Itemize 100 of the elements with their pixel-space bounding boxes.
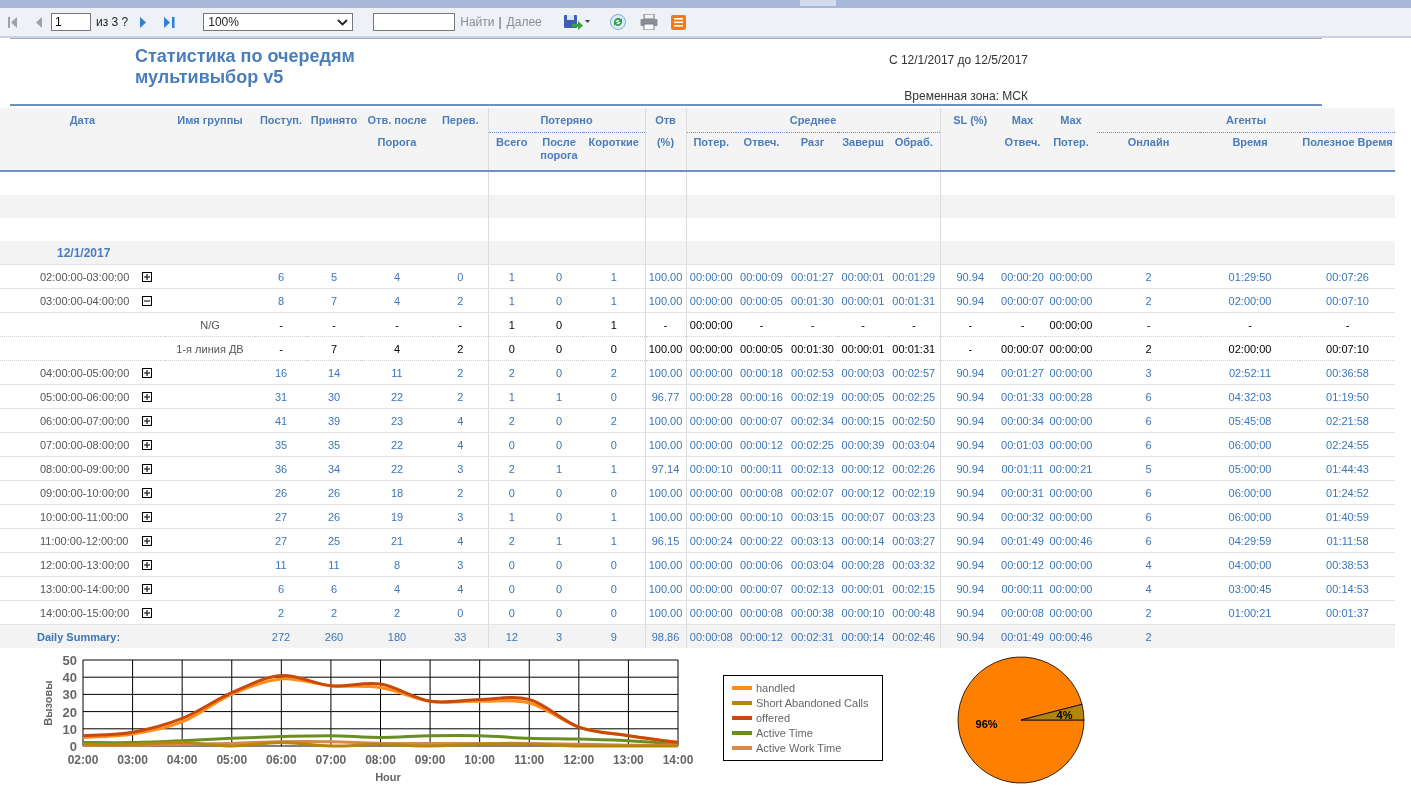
expand-toggle[interactable] [141,535,152,546]
table-cell: 8 [277,294,285,307]
table-cell: 00:01:33 [1001,390,1044,403]
table-cell: - [458,318,463,331]
table-cell: 100.00 [648,582,683,595]
table-cell: 00:00:21 [1049,462,1093,475]
table-cell: 00:00:00 [689,270,733,283]
table-cell: 100.00 [648,510,683,523]
column-header: Перев. [441,114,479,127]
time-range: 02:00:00-03:00:00 [40,270,130,283]
table-cell: 2 [1145,342,1152,355]
table-cell: 0 [610,342,617,355]
expand-toggle[interactable] [142,367,153,378]
expand-toggle[interactable] [142,583,153,594]
table-cell: 6 [1145,438,1152,451]
table-cell: 2 [457,294,464,307]
table-cell: 06:00:00 [1228,438,1272,451]
expand-toggle[interactable] [142,271,153,282]
summary-cell: 9 [610,630,617,643]
page-number-field[interactable]: 1 [51,13,91,31]
legend-swatch [732,715,752,720]
table-cell: 26 [274,486,288,499]
table-cell: 00:01:30 [791,342,834,355]
table-cell: 00:02:07 [791,486,834,499]
time-range: 07:00:00-08:00:00 [40,438,130,451]
tick-label: 04:00 [166,753,198,767]
time-range: 09:00:00-10:00:00 [40,486,130,499]
table-cell: 100.00 [648,606,683,619]
table-cell: 00:00:00 [1049,486,1093,499]
table-cell: 00:00:00 [1049,294,1093,307]
report-period: С 12/1/2017 до 12/5/2017 [888,53,1028,67]
legend-label: Active Time [756,726,813,739]
table-cell: 2 [457,342,464,355]
table-cell: 96.15 [651,534,680,547]
zoom-dropdown[interactable]: 100% [203,13,354,31]
table-cell: 00:07:26 [1326,270,1369,283]
tick-label: 14:00 [662,753,694,767]
table-cell: 00:00:00 [689,510,733,523]
expand-toggle[interactable] [142,559,153,570]
table-cell: 00:00:09 [740,270,783,283]
document-map-icon[interactable] [670,14,686,30]
table-cell: 0 [610,606,617,619]
table-cell: - [279,318,283,331]
print-icon[interactable] [639,14,658,30]
table-cell: 1 [610,510,617,523]
collapse-toggle[interactable] [142,295,153,306]
table-cell: 90.94 [956,558,985,571]
tick-label: 06:00 [266,753,297,767]
table-cell: 00:00:11 [1001,582,1044,595]
summary-cell: 00:00:46 [1049,630,1093,643]
table-cell: 00:00:07 [841,510,885,523]
table-cell: 90.94 [956,462,985,475]
expand-toggle[interactable] [142,487,153,498]
table-cell: 00:00:07 [1001,294,1044,307]
expand-toggle[interactable] [142,439,153,450]
table-cell: 0 [457,606,464,619]
expand-toggle[interactable] [142,415,153,426]
table-cell: 1 [508,510,515,523]
tick-label: 03:00 [117,753,148,767]
table-cell: 00:02:57 [892,366,936,379]
tick-label: 08:00 [365,753,396,767]
table-cell: 0 [555,606,563,619]
table-cell: 01:11:58 [1326,534,1369,547]
table-cell: 00:00:00 [689,294,733,307]
table-cell: 00:00:16 [740,390,783,403]
tick-label: 11:00 [514,753,545,767]
legend-label: Short Abandoned Calls [756,696,869,709]
table-cell: 90.94 [956,606,985,619]
table-cell: 1 [508,390,515,403]
table-cell: 03:00:45 [1228,582,1272,595]
table-cell: 18 [390,486,404,499]
splitter-handle[interactable] [800,0,836,6]
expand-toggle[interactable] [142,391,153,402]
table-cell: 100.00 [648,366,683,379]
table-cell: 00:07:10 [1326,294,1369,307]
table-cell: - [279,342,283,355]
legend-swatch [732,730,752,735]
next-page-icon[interactable] [140,16,147,28]
table-cell: 00:07:10 [1326,342,1369,355]
table-cell: 0 [508,558,515,571]
table-cell: 00:03:04 [791,558,834,571]
table-cell: - [395,318,399,331]
table-cell: 3 [457,462,464,475]
last-page-icon[interactable] [164,16,177,28]
save-export-icon[interactable] [563,14,590,30]
refresh-icon[interactable] [609,14,626,30]
date-group-label: 12/1/2017 [57,245,111,260]
slice-label: 4% [1056,709,1073,722]
expand-toggle[interactable] [142,607,153,618]
find-field[interactable] [373,13,456,31]
expand-toggle[interactable] [142,463,153,474]
table-cell: 90.94 [956,390,985,403]
table-cell: 00:01:03 [1001,438,1044,451]
table-cell: 00:00:00 [1049,270,1093,283]
table-cell: 00:00:32 [1001,510,1044,523]
time-range: 10:00:00-11:00:00 [40,510,129,523]
expand-toggle[interactable] [141,511,152,522]
table-cell: 90.94 [956,414,985,427]
table-cell: 00:36:58 [1326,366,1369,379]
table-cell: 11 [275,558,287,571]
